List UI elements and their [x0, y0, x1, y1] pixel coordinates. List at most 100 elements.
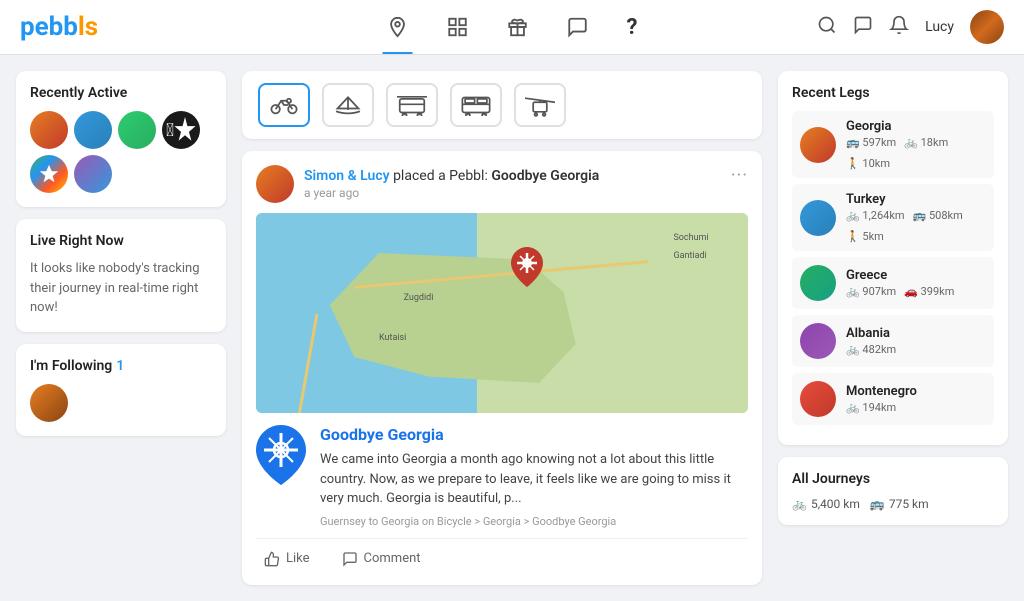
turkey-stat-bus: 🚌 508km [913, 209, 963, 222]
post-user-info: Simon & Lucy placed a Pebbl: Goodbye Geo… [256, 165, 599, 203]
leg-greece-name: Greece [846, 268, 986, 283]
post-map[interactable]: Sochumi Gantiadi Zugdidi Kutaisi [256, 213, 748, 413]
nav-location[interactable] [383, 12, 413, 42]
following-count: 1 [116, 358, 124, 374]
right-sidebar: Recent Legs Georgia 🚌 597km 🚲 18km 🚶 10k… [778, 71, 1008, 585]
leg-montenegro-stats: 🚲 194km [846, 401, 986, 414]
georgia-stat-bike: 🚲 18km [904, 136, 948, 149]
user-avatar[interactable] [970, 10, 1004, 44]
search-icon[interactable] [817, 15, 837, 40]
filter-boat[interactable] [322, 83, 374, 127]
center-feed: Simon & Lucy placed a Pebbl: Goodbye Geo… [242, 71, 762, 585]
leg-albania-stats: 🚲 482km [846, 343, 986, 356]
journey-bike-value: 5,400 km [811, 497, 860, 511]
leg-turkey-stats: 🚲 1,264km 🚌 508km 🚶 5km [846, 209, 986, 243]
im-following-card: I'm Following 1 [16, 344, 226, 436]
nav-help[interactable]: ? [623, 11, 642, 44]
leg-turkey[interactable]: Turkey 🚲 1,264km 🚌 508km 🚶 5km [792, 184, 994, 251]
all-journeys-card: All Journeys 🚲 5,400 km 🚌 775 km [778, 457, 1008, 525]
main-nav: ? [383, 11, 642, 44]
like-button[interactable]: Like [256, 547, 318, 571]
map-pin [511, 247, 543, 291]
montenegro-stat-bike: 🚲 194km [846, 401, 896, 414]
active-user-3[interactable] [118, 111, 156, 149]
map-label-zugdidi: Zugdidi [404, 293, 434, 303]
messages-icon[interactable] [853, 15, 873, 40]
post-user-name[interactable]: Simon & Lucy [304, 168, 393, 184]
all-journeys-stats: 🚲 5,400 km 🚌 775 km [792, 497, 994, 511]
filter-bus[interactable] [450, 83, 502, 127]
map-labels: Sochumi Gantiadi [673, 229, 708, 265]
all-journeys-title: All Journeys [792, 471, 994, 487]
im-following-title: I'm Following [30, 358, 112, 374]
turkey-stat-bike: 🚲 1,264km [846, 209, 905, 222]
post-title: Goodbye Georgia [320, 425, 748, 444]
logo-dot: ls [78, 12, 98, 42]
header-right: Lucy [817, 10, 1004, 44]
active-user-6[interactable] [74, 155, 112, 193]
leg-georgia[interactable]: Georgia 🚌 597km 🚲 18km 🚶 10km [792, 111, 994, 178]
post-avatar[interactable] [256, 165, 294, 203]
leg-georgia-avatar [800, 127, 836, 163]
leg-montenegro-info: Montenegro 🚲 194km [846, 384, 986, 414]
following-user-1[interactable] [30, 384, 68, 422]
map-label-kutaisi: Kutaisi [379, 333, 406, 343]
filter-bike[interactable] [258, 83, 310, 127]
leg-greece-stats: 🚲 907km 🚗 399km [846, 285, 986, 298]
recently-active-title: Recently Active [30, 85, 212, 101]
notifications-icon[interactable] [889, 15, 909, 40]
leg-albania-name: Albania [846, 326, 986, 341]
recent-legs-card: Recent Legs Georgia 🚌 597km 🚲 18km 🚶 10k… [778, 71, 1008, 445]
post-meta: Simon & Lucy placed a Pebbl: Goodbye Geo… [304, 168, 599, 200]
active-user-4[interactable]:  [162, 111, 200, 149]
post-actions: Like Comment [256, 538, 748, 571]
following-avatars [30, 384, 212, 422]
post-action: placed a Pebbl: Goodbye Georgia [393, 168, 599, 184]
active-user-2[interactable] [74, 111, 112, 149]
turkey-stat-walk: 🚶 5km [846, 230, 884, 243]
recently-active-card: Recently Active  [16, 71, 226, 207]
nav-chat[interactable] [563, 12, 593, 42]
leg-greece-info: Greece 🚲 907km 🚗 399km [846, 268, 986, 298]
post-card: Simon & Lucy placed a Pebbl: Goodbye Geo… [242, 151, 762, 585]
post-time: a year ago [304, 186, 599, 200]
journey-bus-value: 775 km [889, 497, 929, 511]
leg-greece-avatar [800, 265, 836, 301]
live-right-now-card: Live Right Now It looks like nobody's tr… [16, 219, 226, 332]
post-menu-button[interactable]: ··· [731, 165, 748, 186]
live-right-now-text: It looks like nobody's tracking their jo… [30, 259, 212, 318]
apple-icon:  [166, 120, 174, 141]
greece-stat-bike: 🚲 907km [846, 285, 896, 298]
active-user-1[interactable] [30, 111, 68, 149]
active-user-5[interactable] [30, 155, 68, 193]
leg-albania[interactable]: Albania 🚲 482km [792, 315, 994, 367]
logo[interactable]: pebbls [20, 12, 98, 42]
journey-bus-icon: 🚌 [870, 497, 885, 511]
leg-albania-avatar [800, 323, 836, 359]
header: pebbls [0, 0, 1024, 55]
post-place-icon [256, 425, 306, 485]
recent-legs-title: Recent Legs [792, 85, 994, 101]
georgia-stat-bus: 🚌 597km [846, 136, 896, 149]
journey-bike-icon: 🚲 [792, 497, 807, 511]
greece-stat-car: 🚗 399km [904, 285, 954, 298]
filter-bar [242, 71, 762, 139]
georgia-stat-walk: 🚶 10km [846, 157, 890, 170]
filter-cable-car[interactable] [514, 83, 566, 127]
leg-montenegro-avatar [800, 381, 836, 417]
leg-georgia-info: Georgia 🚌 597km 🚲 18km 🚶 10km [846, 119, 986, 170]
nav-grid[interactable] [443, 12, 473, 42]
journey-stat-bike: 🚲 5,400 km [792, 497, 860, 511]
post-content: Goodbye Georgia We came into Georgia a m… [256, 425, 748, 528]
post-text-area: Goodbye Georgia We came into Georgia a m… [320, 425, 748, 528]
leg-montenegro[interactable]: Montenegro 🚲 194km [792, 373, 994, 425]
albania-stat-bike: 🚲 482km [846, 343, 896, 356]
leg-greece[interactable]: Greece 🚲 907km 🚗 399km [792, 257, 994, 309]
filter-tram[interactable] [386, 83, 438, 127]
left-sidebar: Recently Active  Live Right Now It look… [16, 71, 226, 585]
post-header: Simon & Lucy placed a Pebbl: Goodbye Geo… [256, 165, 748, 203]
comment-button[interactable]: Comment [334, 547, 429, 571]
leg-albania-info: Albania 🚲 482km [846, 326, 986, 356]
comment-icon [342, 551, 358, 567]
nav-gift[interactable] [503, 12, 533, 42]
